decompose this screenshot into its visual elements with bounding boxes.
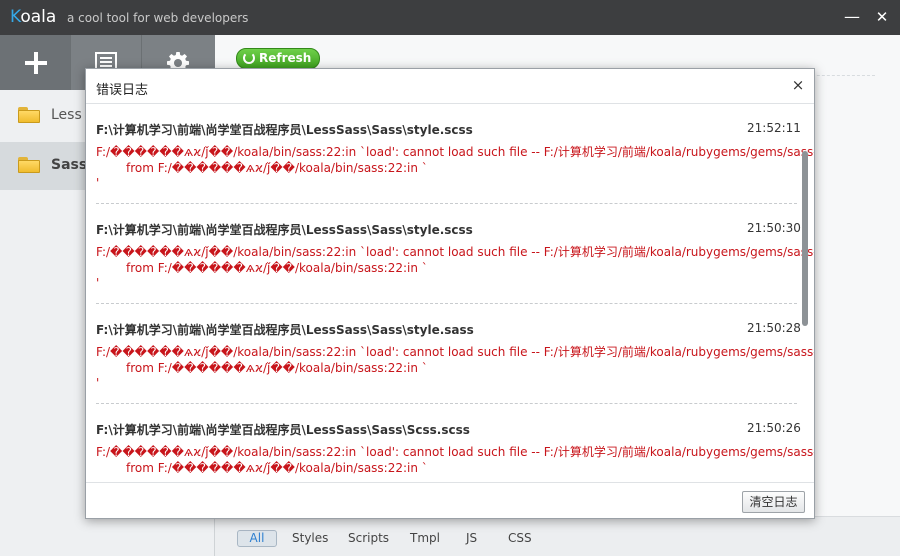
log-error-line: from F:/������ѧϰ/ǰ��/koala/bin/sass:22:i… [126,361,428,375]
log-entry: F:\计算机学习\前端\尚学堂百战程序员\LessSass\Sass\Scss.… [96,405,814,475]
log-file-path: F:\计算机学习\前端\尚学堂百战程序员\LessSass\Sass\Scss.… [96,423,470,437]
log-file-path: F:\计算机学习\前端\尚学堂百战程序员\LessSass\Sass\style… [96,323,474,337]
dialog-footer: 清空日志 [86,482,814,518]
error-log-list[interactable]: F:\计算机学习\前端\尚学堂百战程序员\LessSass\Sass\style… [86,105,814,475]
sidebar-item-label: Less [51,107,82,123]
dialog-title: 错误日志 [96,83,149,98]
log-error-line: ' [96,276,100,290]
window-close-button[interactable]: ✕ [869,4,895,30]
filter-styles[interactable]: Styles [292,531,328,545]
dialog-header: 错误日志 × [86,69,814,104]
log-error-line: F:/������ѧϰ/ǰ��/koala/bin/sass:22:in `lo… [96,345,814,359]
vertical-scrollbar[interactable] [802,151,808,326]
log-error-line: F:/������ѧϰ/ǰ��/koala/bin/sass:22:in `lo… [96,145,814,159]
error-log-dialog: 错误日志 × F:\计算机学习\前端\尚学堂百战程序员\LessSass\Sas… [85,68,815,519]
log-separator [96,303,797,304]
log-error-line: ' [96,376,100,390]
log-error-line: ' [96,176,100,190]
filter-css[interactable]: CSS [508,531,532,545]
add-project-button[interactable] [0,35,71,90]
dialog-close-button[interactable]: × [789,76,807,96]
refresh-icon [243,52,255,64]
log-entry: F:\计算机学习\前端\尚学堂百战程序员\LessSass\Sass\style… [96,205,814,305]
log-time: 21:52:11 [747,121,801,135]
folder-icon [18,107,40,123]
filter-tmpl[interactable]: Tmpl [410,531,440,545]
folder-icon [18,157,40,173]
log-time: 21:50:28 [747,321,801,335]
minimize-button[interactable]: — [839,4,865,30]
log-error-line: F:/������ѧϰ/ǰ��/koala/bin/sass:22:in `lo… [96,445,814,459]
log-error-line: from F:/������ѧϰ/ǰ��/koala/bin/sass:22:i… [126,461,428,475]
log-file-path: F:\计算机学习\前端\尚学堂百战程序员\LessSass\Sass\style… [96,123,473,137]
log-time: 21:50:26 [747,421,801,435]
log-separator [96,403,797,404]
log-separator [96,203,797,204]
refresh-button[interactable]: Refresh [236,48,321,69]
app-logo: Koala [10,7,57,27]
filter-bar: All Styles Scripts Tmpl JS CSS [215,516,900,556]
log-error-line: from F:/������ѧϰ/ǰ��/koala/bin/sass:22:i… [126,261,428,275]
log-time: 21:50:30 [747,221,801,235]
sidebar-item-label: Sass [51,157,88,173]
log-entry: F:\计算机学习\前端\尚学堂百战程序员\LessSass\Sass\style… [96,305,814,405]
log-file-path: F:\计算机学习\前端\尚学堂百战程序员\LessSass\Sass\style… [96,223,473,237]
app-slogan: a cool tool for web developers [67,11,249,25]
log-error-line: F:/������ѧϰ/ǰ��/koala/bin/sass:22:in `lo… [96,245,814,259]
log-entry: F:\计算机学习\前端\尚学堂百战程序员\LessSass\Sass\style… [96,105,814,205]
filter-scripts[interactable]: Scripts [348,531,389,545]
filter-all[interactable]: All [237,530,277,547]
filter-js[interactable]: JS [466,531,477,545]
clear-log-button[interactable]: 清空日志 [742,491,805,513]
title-bar: Koala a cool tool for web developers — ✕ [0,0,900,35]
log-error-line: from F:/������ѧϰ/ǰ��/koala/bin/sass:22:i… [126,161,428,175]
